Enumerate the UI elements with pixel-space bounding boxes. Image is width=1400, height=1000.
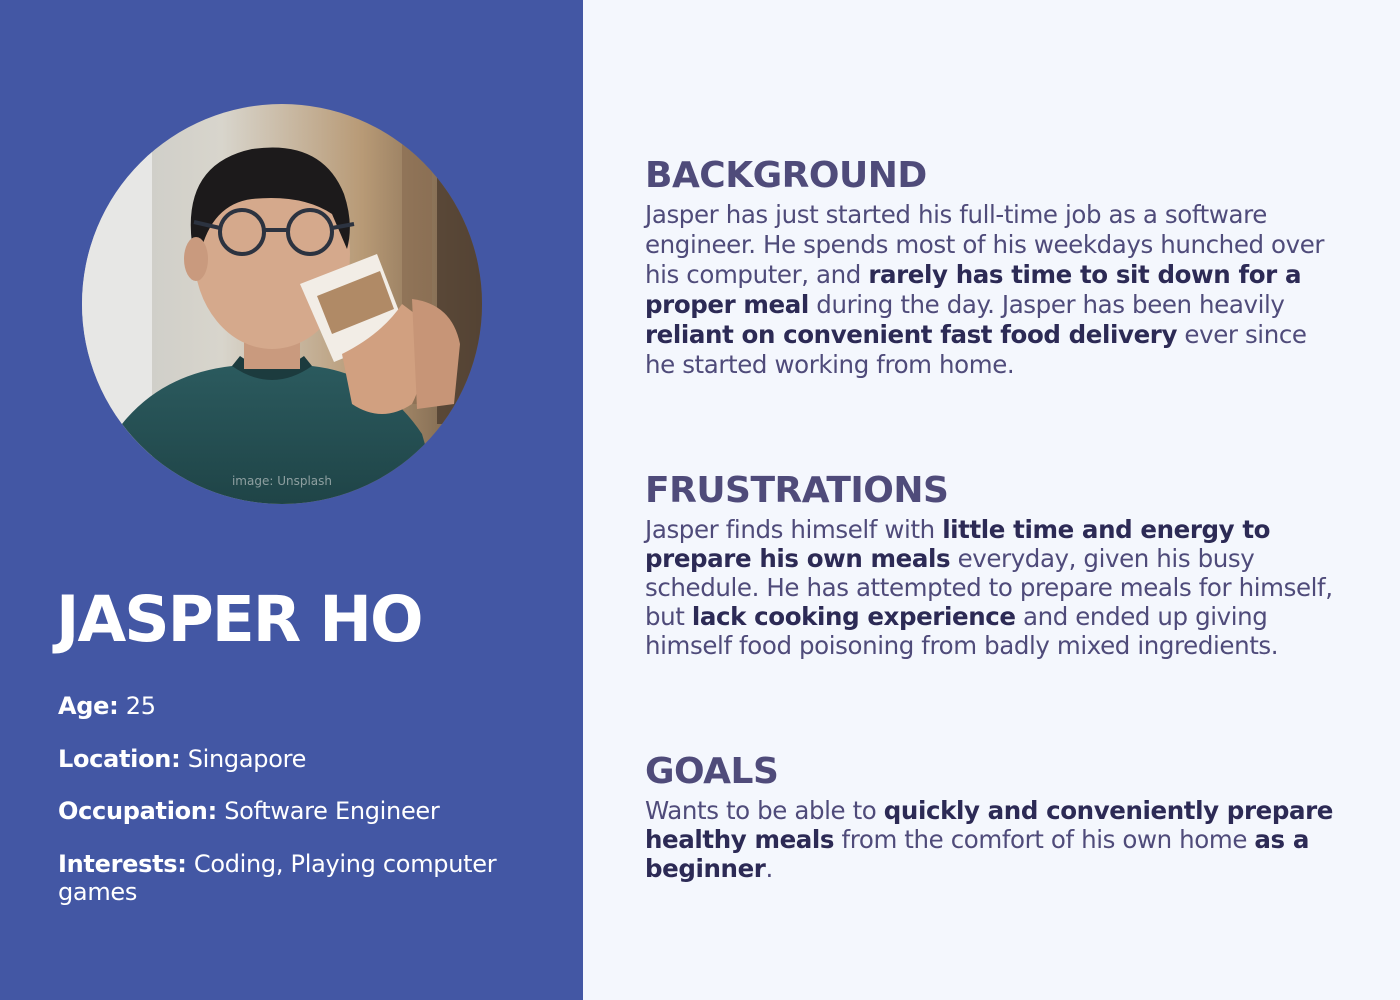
goals-heading: GOALS <box>645 751 779 792</box>
attribute-label: Interests: <box>58 850 187 878</box>
frustrations-heading: FRUSTRATIONS <box>645 470 949 511</box>
body-text: from the comfort of his own home <box>834 825 1255 854</box>
attribute-label: Occupation: <box>58 797 217 825</box>
attribute-label: Age: <box>58 692 119 720</box>
photo-credit: image: Unsplash <box>231 474 333 488</box>
profile-photo: image: Unsplash <box>82 104 482 504</box>
profile-panel: image: Unsplash JASPER HO Age: 25 Locati… <box>0 0 583 1000</box>
goals-section: GOALS Wants to be able to quickly and co… <box>645 751 1335 884</box>
goals-text: Wants to be able to quickly and convenie… <box>645 796 1335 883</box>
profile-photo-illustration <box>82 104 482 504</box>
frustrations-section: FRUSTRATIONS Jasper finds himself with l… <box>645 470 1335 661</box>
attribute-value: 25 <box>125 692 156 720</box>
attribute-value: Software Engineer <box>224 797 440 825</box>
attribute-interests: Interests: Coding, Playing computer game… <box>58 850 528 906</box>
body-text: . <box>765 854 773 883</box>
attribute-occupation: Occupation: Software Engineer <box>58 797 528 825</box>
background-heading: BACKGROUND <box>645 155 927 196</box>
emphasis-text: reliant on convenient fast food delivery <box>645 320 1178 349</box>
background-text: Jasper has just started his full-time jo… <box>645 200 1335 380</box>
attribute-location: Location: Singapore <box>58 745 528 773</box>
persona-name: JASPER HO <box>56 583 424 656</box>
attribute-value: Singapore <box>187 745 307 773</box>
background-section: BACKGROUND Jasper has just started his f… <box>645 156 1335 380</box>
body-text: during the day. Jasper has been heavily <box>808 290 1285 319</box>
emphasis-text: lack cooking experience <box>691 602 1016 631</box>
attribute-age: Age: 25 <box>58 692 528 720</box>
attribute-label: Location: <box>58 745 181 773</box>
body-text: Wants to be able to <box>645 796 884 825</box>
frustrations-text: Jasper finds himself with little time an… <box>645 515 1335 660</box>
body-text: Jasper finds himself with <box>645 515 943 544</box>
